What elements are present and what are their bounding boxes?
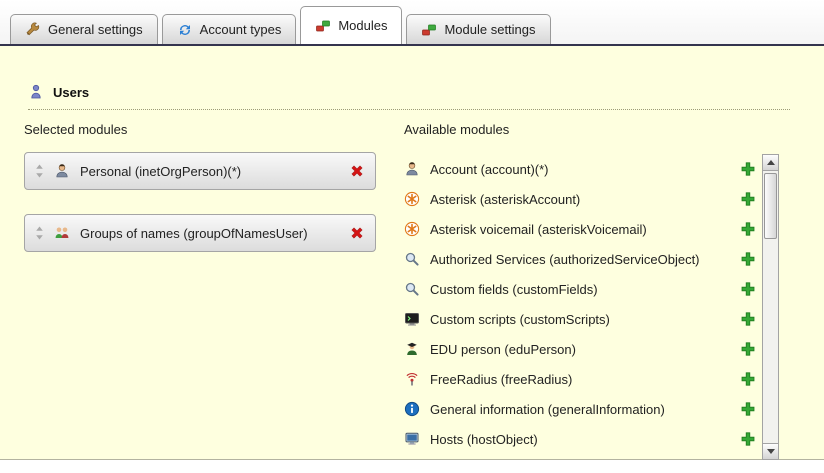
green-plus-icon[interactable] xyxy=(740,191,756,207)
available-module-row: Custom fields (customFields) xyxy=(404,274,756,304)
asterisk-icon xyxy=(404,191,420,207)
scrollbar-track[interactable] xyxy=(763,171,778,443)
available-module-label: General information (generalInformation) xyxy=(430,402,665,417)
tab-label: Modules xyxy=(338,18,387,33)
up-down-arrows-icon[interactable] xyxy=(35,163,44,179)
blocks-icon xyxy=(315,18,331,34)
user-figure-icon xyxy=(28,84,44,100)
green-plus-icon[interactable] xyxy=(740,401,756,417)
asterisk-icon xyxy=(404,221,420,237)
available-module-label: Custom scripts (customScripts) xyxy=(430,312,610,327)
magnifier-icon xyxy=(404,251,420,267)
available-module-label: FreeRadius (freeRadius) xyxy=(430,372,572,387)
available-module-row: EDU person (eduPerson) xyxy=(404,334,756,364)
green-plus-icon[interactable] xyxy=(740,371,756,387)
available-modules-scrollbar[interactable] xyxy=(762,154,779,460)
tab-bar: General settings Account types Modules M… xyxy=(0,0,824,46)
green-plus-icon[interactable] xyxy=(740,251,756,267)
red-x-icon[interactable] xyxy=(349,163,365,179)
green-plus-icon[interactable] xyxy=(740,311,756,327)
config-window: General settings Account types Modules M… xyxy=(0,0,824,473)
up-arrow-icon xyxy=(767,160,775,165)
available-module-row: General information (generalInformation) xyxy=(404,394,756,424)
selected-module-row: Groups of names (groupOfNamesUser) xyxy=(24,214,376,252)
available-module-label: EDU person (eduPerson) xyxy=(430,342,576,357)
scrollbar-up-button[interactable] xyxy=(763,155,778,171)
tab-account-types[interactable]: Account types xyxy=(162,14,297,44)
tab-label: Account types xyxy=(200,22,282,37)
available-module-row: Asterisk (asteriskAccount) xyxy=(404,184,756,214)
up-down-arrows-icon[interactable] xyxy=(35,225,44,241)
magnifier-icon xyxy=(404,281,420,297)
tab-general-settings[interactable]: General settings xyxy=(10,14,158,44)
available-module-label: Authorized Services (authorizedServiceOb… xyxy=(430,252,700,267)
available-module-row: Hosts (hostObject) xyxy=(404,424,756,454)
blocks-icon xyxy=(421,22,437,38)
green-plus-icon[interactable] xyxy=(740,281,756,297)
selected-module-row: Personal (inetOrgPerson)(*) xyxy=(24,152,376,190)
terminal-icon xyxy=(404,311,420,327)
section-header-users: Users xyxy=(28,84,790,110)
selected-module-label: Groups of names (groupOfNamesUser) xyxy=(80,226,308,241)
info-icon xyxy=(404,401,420,417)
section-title: Users xyxy=(53,85,89,100)
tab-label: General settings xyxy=(48,22,143,37)
available-module-label: Custom fields (customFields) xyxy=(430,282,598,297)
green-plus-icon[interactable] xyxy=(740,221,756,237)
selected-module-label: Personal (inetOrgPerson)(*) xyxy=(80,164,241,179)
tab-module-settings[interactable]: Module settings xyxy=(406,14,550,44)
wrench-icon xyxy=(25,22,41,38)
scrollbar-down-button[interactable] xyxy=(763,443,778,459)
available-modules-heading: Available modules xyxy=(404,122,509,137)
available-module-row: Account (account)(*) xyxy=(404,154,756,184)
person-icon xyxy=(54,163,70,179)
green-plus-icon[interactable] xyxy=(740,431,756,447)
red-x-icon[interactable] xyxy=(349,225,365,241)
available-module-label: Hosts (hostObject) xyxy=(430,432,538,447)
computer-icon xyxy=(404,431,420,447)
available-modules-list: Account (account)(*) Asterisk (asteriskA… xyxy=(404,154,756,454)
group-icon xyxy=(54,225,70,241)
refresh-icon xyxy=(177,22,193,38)
available-module-row: Custom scripts (customScripts) xyxy=(404,304,756,334)
down-arrow-icon xyxy=(767,449,775,454)
selected-modules-heading: Selected modules xyxy=(24,122,127,137)
available-module-row: Authorized Services (authorizedServiceOb… xyxy=(404,244,756,274)
tab-modules[interactable]: Modules xyxy=(300,6,402,44)
available-module-label: Asterisk (asteriskAccount) xyxy=(430,192,580,207)
scrollbar-thumb[interactable] xyxy=(764,173,777,239)
available-module-label: Asterisk voicemail (asteriskVoicemail) xyxy=(430,222,647,237)
green-plus-icon[interactable] xyxy=(740,161,756,177)
available-module-row: Asterisk voicemail (asteriskVoicemail) xyxy=(404,214,756,244)
person-icon xyxy=(404,161,420,177)
modules-panel: Users Selected modules Available modules… xyxy=(0,46,824,460)
graduate-icon xyxy=(404,341,420,357)
antenna-icon xyxy=(404,371,420,387)
available-module-label: Account (account)(*) xyxy=(430,162,549,177)
green-plus-icon[interactable] xyxy=(740,341,756,357)
tab-underline xyxy=(0,44,824,46)
available-module-row: FreeRadius (freeRadius) xyxy=(404,364,756,394)
tab-label: Module settings xyxy=(444,22,535,37)
